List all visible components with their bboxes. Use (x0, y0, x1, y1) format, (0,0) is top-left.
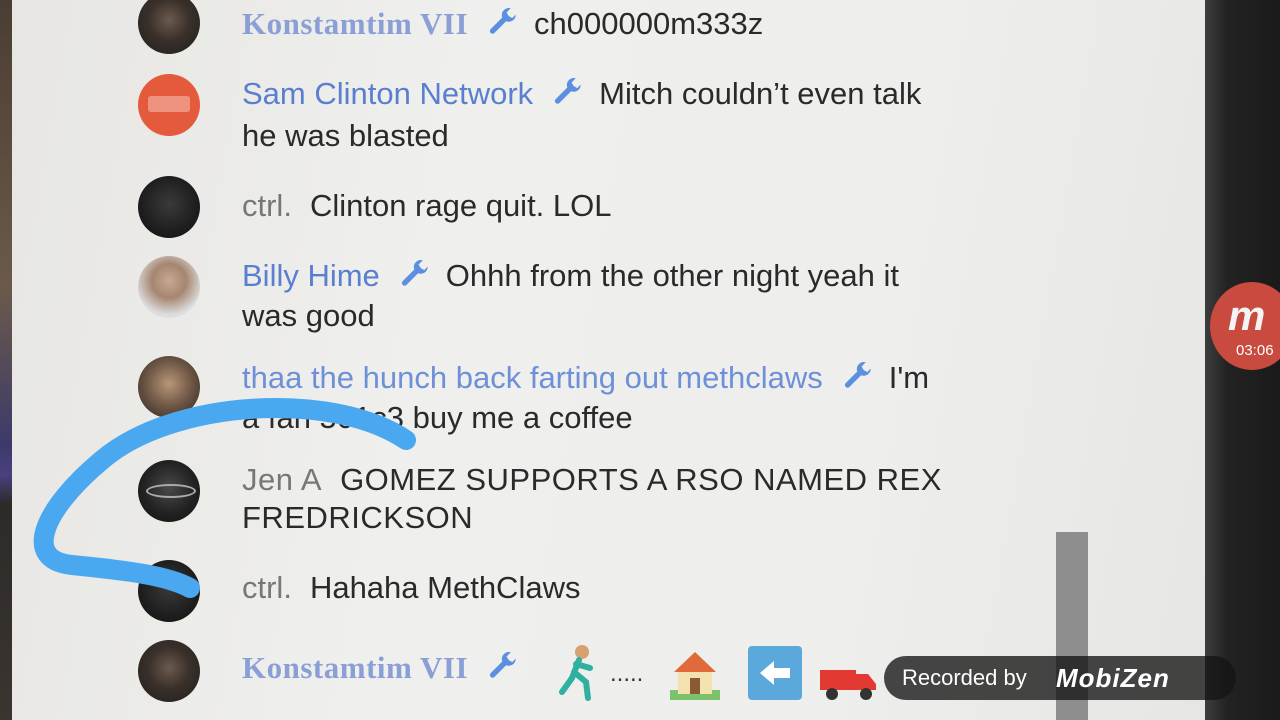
left-arrow-icon (748, 646, 802, 700)
message-text: I'm (888, 360, 930, 395)
message-text-continued: was good (242, 298, 375, 333)
wrench-icon (551, 74, 585, 108)
message-author[interactable]: Billy Hime (242, 258, 380, 293)
avatar[interactable] (138, 560, 200, 622)
avatar[interactable] (138, 256, 200, 318)
message-text: Hahaha MethClaws (309, 570, 581, 605)
message-text-continued: he was blasted (242, 118, 449, 153)
avatar[interactable] (138, 356, 200, 418)
avatar[interactable] (138, 460, 200, 522)
wrench-icon (841, 358, 875, 392)
wrench-icon (486, 648, 520, 682)
message-text: Mitch couldn’t even talk (599, 76, 922, 111)
mobizen-logo-icon: m (1228, 292, 1266, 339)
house-icon (670, 652, 720, 700)
chat-screen: Konstamtim VII ch000000m333z Sam Clinton … (12, 0, 1206, 720)
message-author[interactable]: ctrl. (242, 570, 292, 605)
person-running-icon (559, 645, 593, 701)
mobizen-brand: MobiZen (1056, 663, 1170, 693)
recorded-by-label: Recorded by (902, 665, 1027, 690)
message-author[interactable]: Jen A (242, 462, 322, 497)
message-author[interactable]: Sam Clinton Network (242, 76, 533, 111)
avatar[interactable] (138, 176, 200, 238)
message-author[interactable]: Konstamtim VII (242, 6, 468, 41)
recording-timer: 03:06 (1236, 342, 1274, 359)
message-text: Ohhh from the other night yeah it (445, 258, 900, 293)
wrench-icon (398, 256, 432, 290)
red-truck-icon (820, 670, 876, 700)
message-text: GOMEZ SUPPORTS A RSO NAMED REX (340, 462, 942, 497)
message-text-continued: FREDRICKSON (242, 500, 474, 535)
avatar[interactable] (138, 74, 200, 136)
avatar[interactable] (138, 640, 200, 702)
message-text: ch000000m333z (534, 6, 764, 41)
wrench-icon (486, 4, 520, 38)
message-author[interactable]: ctrl. (242, 188, 292, 223)
message-text-continued: a fan 501c3 buy me a coffee (242, 400, 633, 435)
avatar[interactable] (138, 0, 200, 54)
message-text: Clinton rage quit. LOL (309, 188, 612, 223)
message-text: ..... (610, 660, 644, 687)
recorded-by-watermark: Recorded by MobiZen (884, 656, 1236, 700)
message-author[interactable]: thaa the hunch back farting out methclaw… (242, 360, 823, 395)
message-author[interactable]: Konstamtim VII (242, 650, 468, 685)
